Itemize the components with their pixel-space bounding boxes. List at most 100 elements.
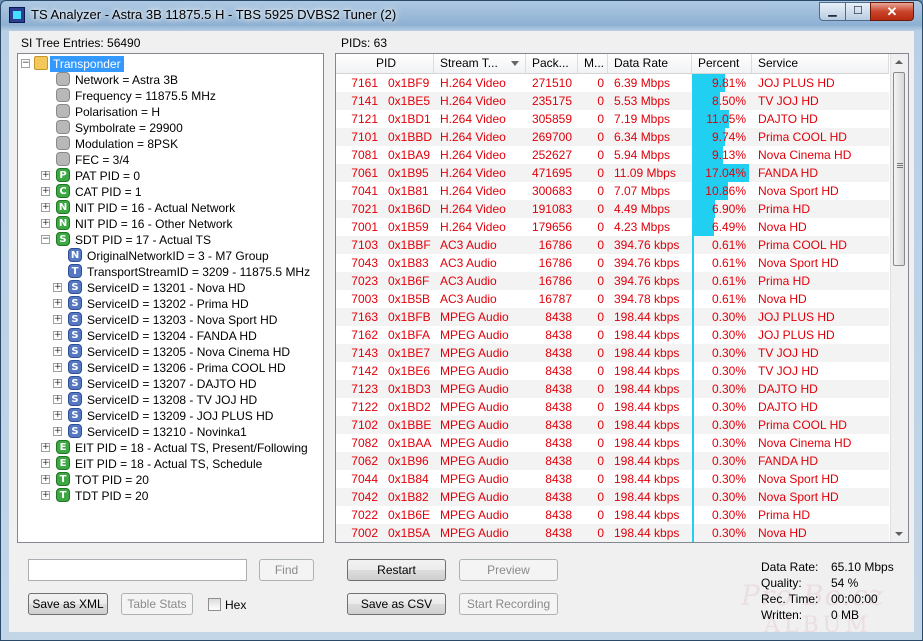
table-row[interactable]: 7021 0x1B6D H.264 Video 191083 0 4.49 Mbps 6.9… bbox=[336, 200, 889, 218]
table-row[interactable]: 7103 0x1BBF AC3 Audio 16786 0 394.76 kbps 0.61… bbox=[336, 236, 889, 254]
col-header-data-rate[interactable]: Data Rate bbox=[608, 54, 692, 73]
tree-node[interactable]: + S ServiceID = 13202 - Prima HD bbox=[18, 296, 323, 312]
col-header-percent[interactable]: Percent bbox=[692, 54, 752, 73]
tree-node[interactable]: + N NIT PID = 16 - Other Network bbox=[18, 216, 323, 232]
scroll-down-icon[interactable] bbox=[895, 532, 903, 536]
title-bar[interactable]: TS Analyzer - Astra 3B 11875.5 H - TBS 5… bbox=[1, 1, 922, 29]
table-row[interactable]: 7023 0x1B6F AC3 Audio 16786 0 394.76 kbps 0.61… bbox=[336, 272, 889, 290]
table-row[interactable]: 7122 0x1BD2 MPEG Audio 8438 0 198.44 kbps 0.30… bbox=[336, 398, 889, 416]
tree-node[interactable]: Polarisation = H bbox=[18, 104, 323, 120]
tree-node[interactable]: Symbolrate = 29900 bbox=[18, 120, 323, 136]
table-row[interactable]: 7142 0x1BE6 MPEG Audio 8438 0 198.44 kbps 0.30… bbox=[336, 362, 889, 380]
expand-icon[interactable]: + bbox=[53, 331, 62, 340]
tree-node[interactable]: Network = Astra 3B bbox=[18, 72, 323, 88]
collapse-icon[interactable]: − bbox=[41, 235, 50, 244]
table-row[interactable]: 7044 0x1B84 MPEG Audio 8438 0 198.44 kbps 0.30… bbox=[336, 470, 889, 488]
col-header-stream-type[interactable]: Stream T... bbox=[434, 54, 526, 73]
table-row[interactable]: 7123 0x1BD3 MPEG Audio 8438 0 198.44 kbps 0.30… bbox=[336, 380, 889, 398]
si-tree[interactable]: − Transponder Network = Astra 3B Frequency … bbox=[17, 53, 324, 543]
col-header-m[interactable]: M... bbox=[578, 54, 608, 73]
expand-icon[interactable]: + bbox=[53, 379, 62, 388]
tree-node[interactable]: + S ServiceID = 13203 - Nova Sport HD bbox=[18, 312, 323, 328]
tree-node[interactable]: + S ServiceID = 13207 - DAJTO HD bbox=[18, 376, 323, 392]
table-row[interactable]: 7121 0x1BD1 H.264 Video 305859 0 7.19 Mbps 11.… bbox=[336, 110, 889, 128]
tree-node[interactable]: Modulation = 8PSK bbox=[18, 136, 323, 152]
close-button[interactable]: ✕ bbox=[870, 2, 914, 21]
tree-node[interactable]: N OriginalNetworkID = 3 - M7 Group bbox=[18, 248, 323, 264]
expand-icon[interactable]: + bbox=[53, 411, 62, 420]
tree-node[interactable]: + E EIT PID = 18 - Actual TS, Schedule bbox=[18, 456, 323, 472]
expand-icon[interactable]: + bbox=[41, 443, 50, 452]
minimize-button[interactable]: ▁ bbox=[819, 2, 846, 21]
pid-table[interactable]: PID Stream T... Pack... M... Data Rate P… bbox=[335, 53, 909, 543]
tree-node[interactable]: + C CAT PID = 1 bbox=[18, 184, 323, 200]
find-button[interactable]: Find bbox=[259, 559, 314, 581]
expand-icon[interactable]: + bbox=[53, 347, 62, 356]
table-row[interactable]: 7041 0x1B81 H.264 Video 300683 0 7.07 Mbps 10.… bbox=[336, 182, 889, 200]
expand-icon[interactable]: + bbox=[41, 187, 50, 196]
start-recording-button[interactable]: Start Recording bbox=[459, 593, 558, 615]
hex-checkbox[interactable] bbox=[208, 598, 221, 611]
table-row[interactable]: 7161 0x1BF9 H.264 Video 271510 0 6.39 Mbps 9.8… bbox=[336, 74, 889, 92]
col-header-service[interactable]: Service bbox=[752, 54, 889, 73]
tree-node[interactable]: + S ServiceID = 13208 - TV JOJ HD bbox=[18, 392, 323, 408]
search-input[interactable] bbox=[28, 559, 247, 581]
tree-node[interactable]: Frequency = 11875.5 MHz bbox=[18, 88, 323, 104]
table-row[interactable]: 7001 0x1B59 H.264 Video 179656 0 4.23 Mbps 6.4… bbox=[336, 218, 889, 236]
expand-icon[interactable]: + bbox=[53, 363, 62, 372]
vertical-scrollbar[interactable] bbox=[890, 54, 908, 542]
expand-icon[interactable]: + bbox=[53, 395, 62, 404]
expand-icon[interactable]: + bbox=[53, 299, 62, 308]
expand-icon[interactable]: + bbox=[41, 459, 50, 468]
tree-node[interactable]: + S ServiceID = 13204 - FANDA HD bbox=[18, 328, 323, 344]
table-row[interactable]: 7082 0x1BAA MPEG Audio 8438 0 198.44 kbps 0.30… bbox=[336, 434, 889, 452]
expand-icon[interactable]: + bbox=[41, 475, 50, 484]
preview-button[interactable]: Preview bbox=[459, 559, 558, 581]
tree-node[interactable]: + S ServiceID = 13209 - JOJ PLUS HD bbox=[18, 408, 323, 424]
table-row[interactable]: 7162 0x1BFA MPEG Audio 8438 0 198.44 kbps 0.30… bbox=[336, 326, 889, 344]
table-stats-button[interactable]: Table Stats bbox=[121, 593, 193, 615]
table-row[interactable]: 7022 0x1B6E MPEG Audio 8438 0 198.44 kbps 0.30… bbox=[336, 506, 889, 524]
table-row[interactable]: 7042 0x1B82 MPEG Audio 8438 0 198.44 kbps 0.30… bbox=[336, 488, 889, 506]
tree-node[interactable]: + P PAT PID = 0 bbox=[18, 168, 323, 184]
save-as-xml-button[interactable]: Save as XML bbox=[28, 593, 108, 615]
table-row[interactable]: 7002 0x1B5A MPEG Audio 8438 0 198.44 kbps 0.30… bbox=[336, 524, 889, 542]
expand-icon[interactable]: + bbox=[41, 219, 50, 228]
maximize-button[interactable]: ☐ bbox=[845, 2, 871, 21]
table-row[interactable]: 7061 0x1B95 H.264 Video 471695 0 11.09 Mbps 17… bbox=[336, 164, 889, 182]
expand-icon[interactable]: + bbox=[41, 491, 50, 500]
table-row[interactable]: 7043 0x1B83 AC3 Audio 16786 0 394.76 kbps 0.61… bbox=[336, 254, 889, 272]
save-as-csv-button[interactable]: Save as CSV bbox=[347, 593, 446, 615]
expand-icon[interactable]: + bbox=[53, 427, 62, 436]
restart-button[interactable]: Restart bbox=[347, 559, 446, 581]
tree-node[interactable]: + N NIT PID = 16 - Actual Network bbox=[18, 200, 323, 216]
col-header-pid[interactable]: PID bbox=[336, 54, 434, 73]
table-row[interactable]: 7163 0x1BFB MPEG Audio 8438 0 198.44 kbps 0.30… bbox=[336, 308, 889, 326]
table-row[interactable]: 7062 0x1B96 MPEG Audio 8438 0 198.44 kbps 0.30… bbox=[336, 452, 889, 470]
tree-node[interactable]: + S ServiceID = 13205 - Nova Cinema HD bbox=[18, 344, 323, 360]
collapse-icon[interactable]: − bbox=[21, 59, 30, 68]
tree-node[interactable]: + S ServiceID = 13201 - Nova HD bbox=[18, 280, 323, 296]
expand-icon[interactable]: + bbox=[53, 283, 62, 292]
tree-node[interactable]: FEC = 3/4 bbox=[18, 152, 323, 168]
tree-node[interactable]: T TransportStreamID = 3209 - 11875.5 MHz bbox=[18, 264, 323, 280]
table-row[interactable]: 7141 0x1BE5 H.264 Video 235175 0 5.53 Mbps 8.5… bbox=[336, 92, 889, 110]
expand-icon[interactable]: + bbox=[41, 171, 50, 180]
tree-node[interactable]: − S SDT PID = 17 - Actual TS bbox=[18, 232, 323, 248]
scroll-thumb[interactable] bbox=[893, 72, 905, 266]
tree-node[interactable]: + T TDT PID = 20 bbox=[18, 488, 323, 504]
table-row[interactable]: 7143 0x1BE7 MPEG Audio 8438 0 198.44 kbps 0.30… bbox=[336, 344, 889, 362]
expand-icon[interactable]: + bbox=[53, 315, 62, 324]
scroll-up-icon[interactable] bbox=[895, 60, 903, 64]
expand-icon[interactable]: + bbox=[41, 203, 50, 212]
tree-node[interactable]: + S ServiceID = 13210 - Novinka1 bbox=[18, 424, 323, 440]
col-header-packets[interactable]: Pack... bbox=[526, 54, 578, 73]
tree-node[interactable]: − Transponder bbox=[18, 56, 323, 72]
tree-node[interactable]: + T TOT PID = 20 bbox=[18, 472, 323, 488]
tree-node[interactable]: + S ServiceID = 13206 - Prima COOL HD bbox=[18, 360, 323, 376]
table-row[interactable]: 7081 0x1BA9 H.264 Video 252627 0 5.94 Mbps 9.1… bbox=[336, 146, 889, 164]
table-row[interactable]: 7102 0x1BBE MPEG Audio 8438 0 198.44 kbps 0.30… bbox=[336, 416, 889, 434]
table-row[interactable]: 7003 0x1B5B AC3 Audio 16787 0 394.78 kbps 0.61… bbox=[336, 290, 889, 308]
table-row[interactable]: 7101 0x1BBD H.264 Video 269700 0 6.34 Mbps 9.7… bbox=[336, 128, 889, 146]
tree-node[interactable]: + E EIT PID = 18 - Actual TS, Present/Foll… bbox=[18, 440, 323, 456]
